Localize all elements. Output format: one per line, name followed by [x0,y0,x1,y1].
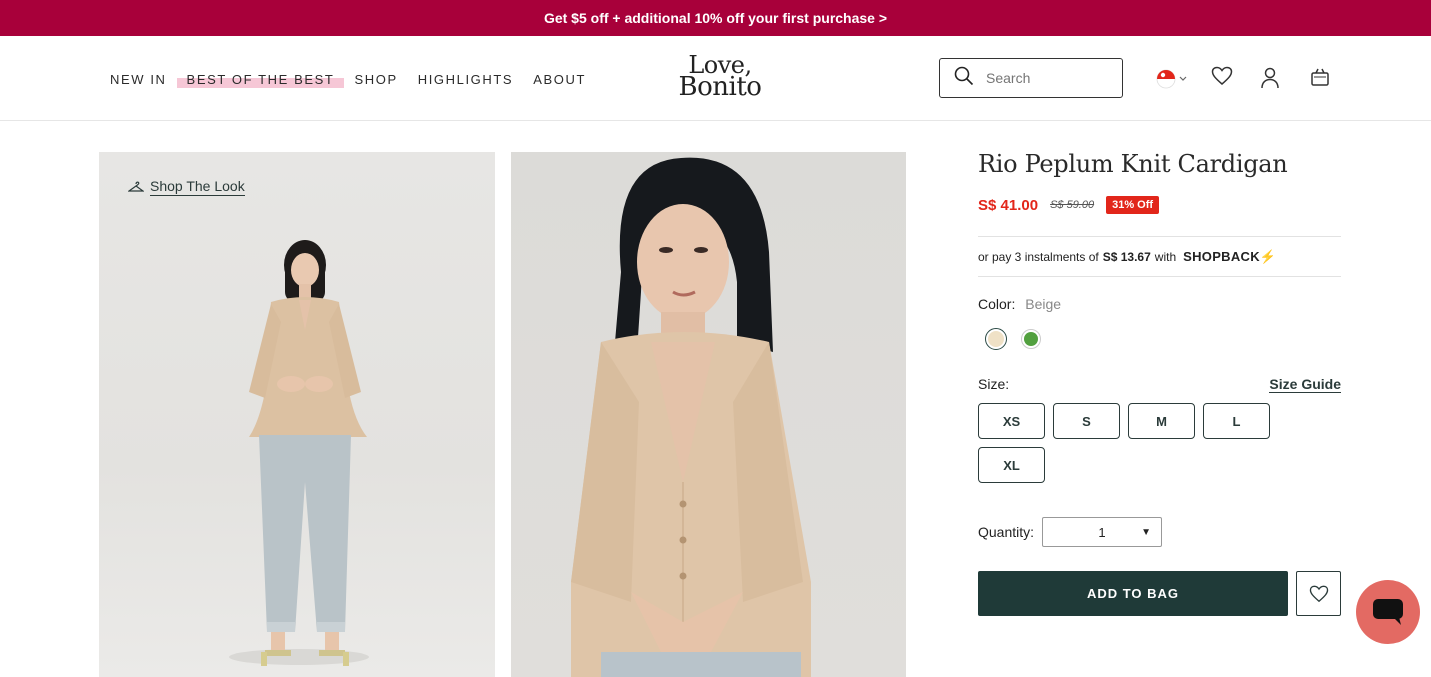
add-to-bag-button[interactable]: ADD TO BAG [978,571,1288,616]
discount-badge: 31% Off [1106,196,1160,214]
price-row: S$ 41.00 S$ 59.00 31% Off [978,196,1341,214]
logo-line-2: Bonito [678,72,762,102]
wishlist-button[interactable] [1211,66,1233,91]
swatch-beige[interactable] [985,328,1007,350]
shop-the-look-link[interactable]: Shop The Look [128,178,245,196]
product-image-close-up[interactable] [511,152,906,677]
shop-the-look-label: Shop The Look [150,178,245,196]
nav-item-best-of-the-best[interactable]: BEST OF THE BEST [176,72,345,88]
quantity-label: Quantity: [978,524,1035,540]
size-options: XS S M L XL [978,403,1278,483]
product-title: Rio Peplum Knit Cardigan [978,150,1288,178]
quantity-row: Quantity: 1 ▼ [978,517,1341,547]
size-header: Size: Size Guide [978,376,1341,393]
bolt-icon: ⚡ [1259,248,1277,264]
instalment-with: with [1154,249,1177,264]
bag-icon [1311,68,1329,86]
original-price: S$ 59.00 [1050,199,1095,211]
add-to-wishlist-button[interactable] [1296,571,1341,616]
instalment-info[interactable]: or pay 3 instalments of S$ 13.67 with SH… [978,236,1341,277]
color-label: Color: [978,296,1016,312]
quantity-value: 1 [1098,524,1106,540]
promo-banner[interactable]: Get $5 off + additional 10% off your fir… [0,0,1431,36]
instalment-prefix: or pay 3 instalments of [978,249,1099,264]
nav-item-about[interactable]: ABOUT [533,72,586,87]
singapore-flag-icon [1156,69,1176,89]
search-input[interactable] [986,70,1106,86]
shopback-logo: SHOPBACK⚡ [1183,248,1277,264]
country-selector[interactable] [1156,69,1188,94]
size-button-s[interactable]: S [1053,403,1120,439]
color-swatches [978,328,1341,350]
color-value: Beige [1025,296,1062,312]
search-icon [954,66,974,91]
chat-launcher-button[interactable] [1356,580,1420,644]
heart-icon [1309,585,1328,602]
cart-button[interactable] [1310,67,1330,92]
main-nav: NEW IN BEST OF THE BEST SHOP HIGHLIGHTS … [110,72,606,88]
site-header: NEW IN BEST OF THE BEST SHOP HIGHLIGHTS … [0,36,1431,121]
purchase-actions: ADD TO BAG [978,571,1341,616]
swatch-green[interactable] [1021,329,1041,349]
user-icon [1261,67,1279,89]
size-button-xs[interactable]: XS [978,403,1045,439]
heart-icon [1211,66,1233,85]
chevron-down-icon [1179,76,1187,81]
account-button[interactable] [1260,67,1280,94]
hanger-icon [128,181,144,192]
size-label: Size: [978,376,1010,392]
color-label-row: Color: Beige [978,296,1341,312]
sale-price: S$ 41.00 [978,196,1039,214]
chat-bubble-icon [1373,599,1403,625]
size-button-xl[interactable]: XL [978,447,1045,483]
brand-logo[interactable]: Love, Bonito [670,53,770,102]
size-button-m[interactable]: M [1128,403,1195,439]
nav-item-new-in[interactable]: NEW IN [110,72,167,87]
size-guide-link[interactable]: Size Guide [1269,376,1341,393]
instalment-amount: S$ 13.67 [1102,249,1151,264]
size-button-l[interactable]: L [1203,403,1270,439]
product-image-full-body[interactable] [99,152,495,677]
search-box[interactable] [939,58,1123,98]
product-details: Rio Peplum Knit Cardigan S$ 41.00 S$ 59.… [978,150,1341,616]
quantity-select[interactable]: 1 ▼ [1042,517,1163,547]
nav-item-shop[interactable]: SHOP [354,72,397,87]
nav-item-highlights[interactable]: HIGHLIGHTS [418,72,513,87]
caret-down-icon: ▼ [1141,527,1152,538]
